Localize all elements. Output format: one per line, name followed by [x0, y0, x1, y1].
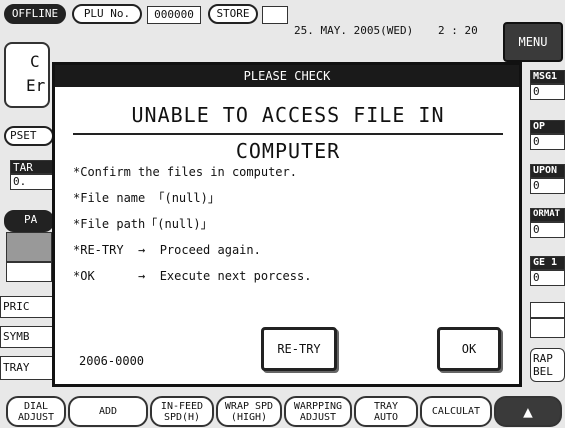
retry-button[interactable]: RE-TRY — [261, 327, 337, 371]
message-line-file-name: *File name 「(null)」 — [73, 191, 220, 205]
right-ge-value: 0 — [530, 270, 565, 286]
warpping-adjust-button[interactable]: WARPPING ADJUST — [284, 396, 352, 427]
bg-label-c: C — [30, 52, 40, 71]
tray-label: TRAY — [0, 356, 54, 380]
error-code: 2006-0000 — [79, 354, 145, 368]
date-display: 25. MAY. 2005(WED) — [294, 24, 414, 37]
symb-label: SYMB — [0, 326, 54, 348]
menu-button[interactable]: MENU — [503, 22, 563, 62]
pric-label: PRIC — [0, 296, 54, 318]
pa-field — [6, 232, 52, 262]
store-label: STORE — [208, 4, 258, 24]
tray-auto-button[interactable]: TRAY AUTO — [354, 396, 418, 427]
dialog-title: PLEASE CHECK — [55, 65, 519, 87]
tar-value: 0. — [10, 174, 54, 190]
right-upon-header: UPON — [530, 164, 565, 178]
right-ge-header: GE 1 — [530, 256, 565, 270]
tar-header: TAR — [10, 160, 54, 174]
plu-value: 000000 — [147, 6, 201, 24]
pa-divider — [6, 262, 52, 282]
please-check-dialog: PLEASE CHECK UNABLE TO ACCESS FILE IN CO… — [52, 62, 522, 387]
bg-label-er: Er — [26, 76, 46, 95]
message-line-retry: *RE-TRY → Proceed again. — [73, 243, 261, 257]
pa-button[interactable]: PA — [4, 210, 54, 232]
plu-label: PLU No. — [72, 4, 142, 24]
add-button[interactable]: ADD — [68, 396, 148, 427]
ok-button[interactable]: OK — [437, 327, 501, 371]
right-blank-b — [530, 318, 565, 338]
right-msg-header: MSG1 — [530, 70, 565, 84]
dial-adjust-button[interactable]: DIAL ADJUST — [6, 396, 66, 427]
right-ormat-header: ORMAT — [530, 208, 565, 222]
calculat-button[interactable]: CALCULAT — [420, 396, 492, 427]
dialog-heading: UNABLE TO ACCESS FILE IN COMPUTER — [73, 97, 503, 163]
right-ormat-value: 0 — [530, 222, 565, 238]
right-op-header: OP — [530, 120, 565, 134]
message-line-file-path: *File path「(null)」 — [73, 217, 213, 231]
right-rap-button[interactable]: RAP BEL — [530, 348, 565, 382]
background-panel — [4, 42, 50, 108]
message-line-ok: *OK → Execute next porcess. — [73, 269, 312, 283]
in-feed-spd-button[interactable]: IN-FEED SPD(H) — [150, 396, 214, 427]
right-upon-value: 0 — [530, 178, 565, 194]
wrap-spd-button[interactable]: WRAP SPD (HIGH) — [216, 396, 282, 427]
message-line-confirm: *Confirm the files in computer. — [73, 165, 297, 179]
right-blank-a — [530, 302, 565, 318]
store-field[interactable] — [262, 6, 288, 24]
right-msg-value: 0 — [530, 84, 565, 100]
pset-button[interactable]: PSET — [4, 126, 54, 146]
scroll-up-button[interactable]: ▲ — [494, 396, 562, 427]
right-op-value: 0 — [530, 134, 565, 150]
time-display: 2 : 20 — [438, 24, 478, 37]
offline-badge: OFFLINE — [4, 4, 66, 24]
